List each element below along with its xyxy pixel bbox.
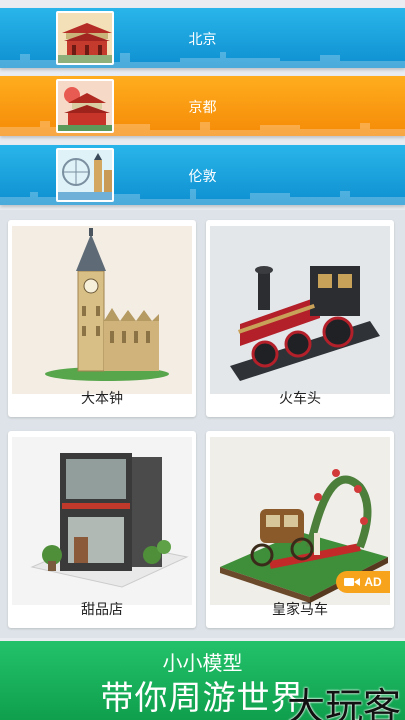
watermark-logo: 大玩客	[286, 685, 401, 720]
card-label: 火车头	[279, 391, 321, 407]
ad-label: AD	[364, 575, 382, 589]
city-banner-beijing[interactable]: 北京	[0, 8, 405, 68]
model-card-locomotive[interactable]: 火车头	[206, 220, 394, 417]
model-card-royal-carriage[interactable]: AD 皇家马车	[206, 431, 394, 628]
card-label: 甜品店	[81, 602, 123, 618]
banner-label: 伦敦	[188, 169, 217, 185]
banner-label: 京都	[188, 100, 217, 116]
dessert-shop-model-image	[12, 437, 192, 605]
model-grid: 大本钟 火车头 甜品店 AD 皇家马车	[0, 210, 405, 638]
big-ben-model-image	[12, 226, 192, 394]
banner-label: 北京	[188, 32, 217, 48]
ad-badge: AD	[336, 571, 390, 593]
city-banner-london[interactable]: 伦敦	[0, 145, 405, 205]
locomotive-model-image	[210, 226, 390, 394]
model-card-big-ben[interactable]: 大本钟	[8, 220, 196, 417]
card-label: 皇家马车	[272, 602, 328, 618]
video-camera-icon	[344, 578, 361, 586]
city-banner-kyoto[interactable]: 京都	[0, 76, 405, 136]
card-label: 大本钟	[81, 391, 123, 407]
model-card-dessert-shop[interactable]: 甜品店	[8, 431, 196, 628]
